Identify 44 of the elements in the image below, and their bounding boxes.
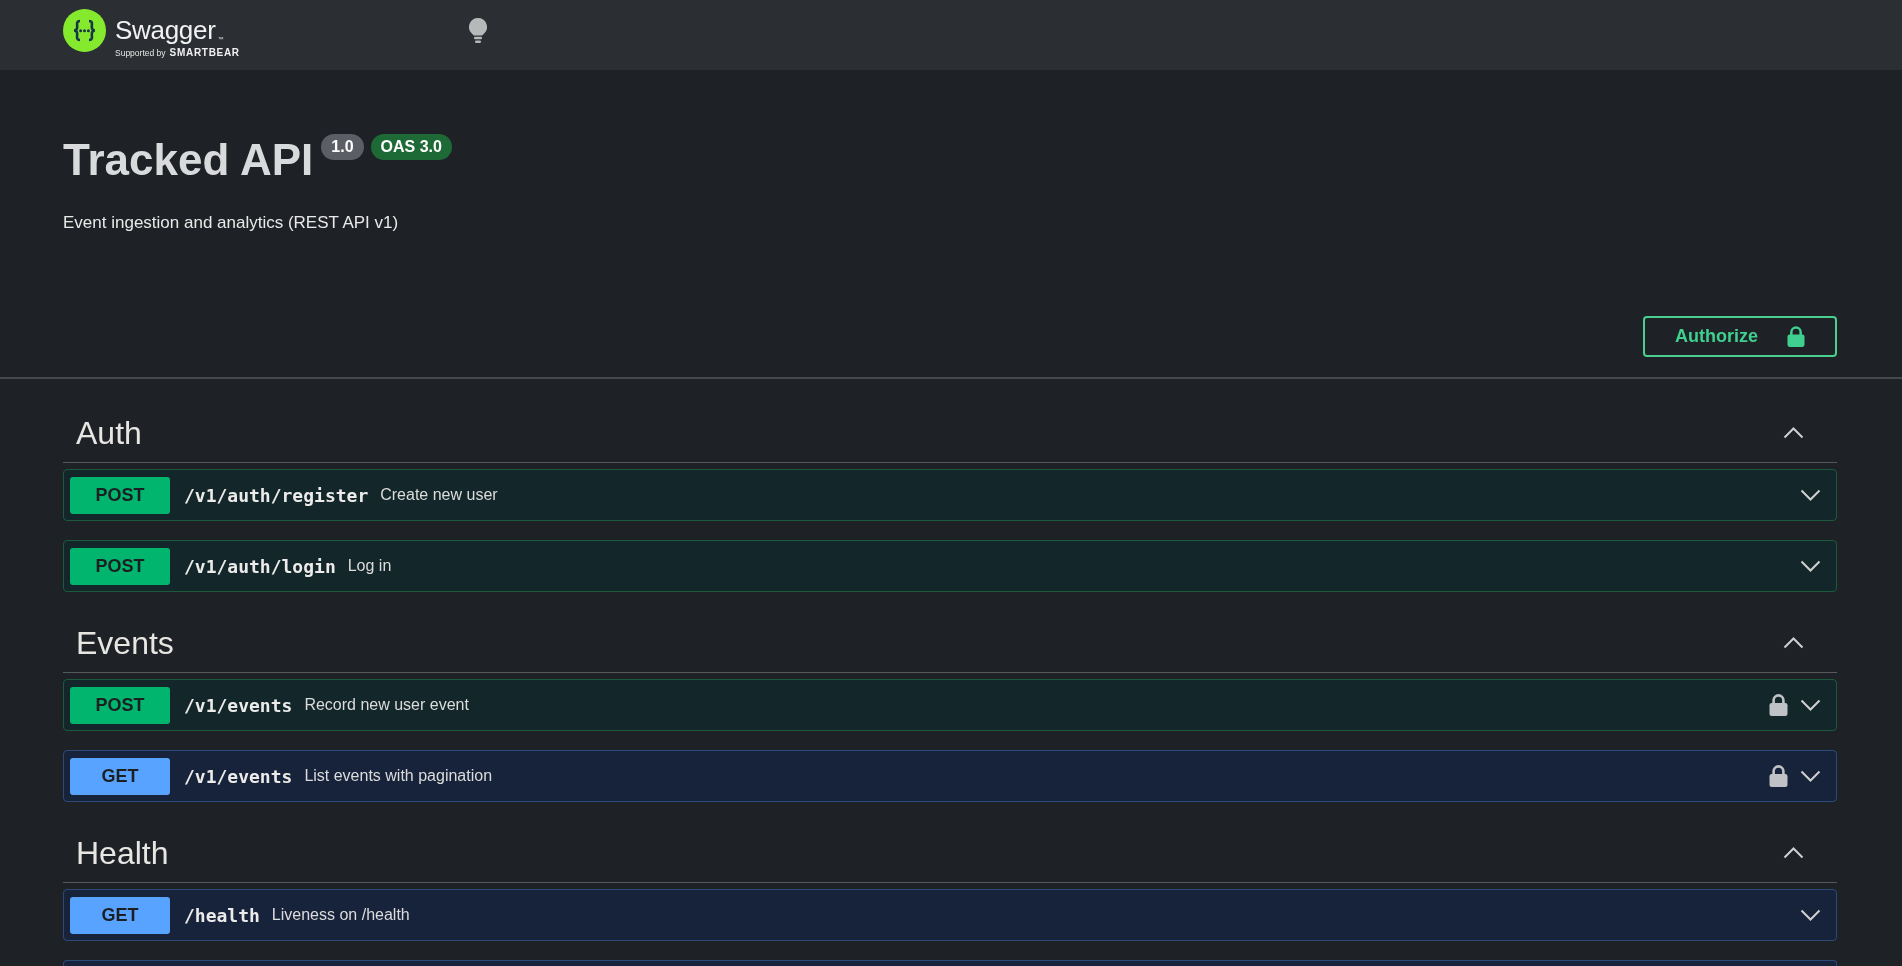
authorize-button[interactable]: Authorize [1643, 316, 1837, 357]
method-badge: POST [70, 547, 170, 585]
method-badge: POST [70, 686, 170, 724]
chevron-down-icon[interactable] [1800, 489, 1821, 501]
chevron-down-icon[interactable] [1800, 770, 1821, 782]
chevron-up-icon[interactable] [1783, 636, 1804, 649]
chevron-down-icon[interactable] [1800, 909, 1821, 921]
endpoint-path: /v1/auth/register [184, 484, 369, 506]
method-badge: GET [70, 757, 170, 795]
lock-icon [1787, 325, 1805, 348]
lightbulb-icon[interactable] [469, 18, 487, 43]
operation-row[interactable]: POST /v1/auth/login Log in [63, 540, 1837, 592]
method-badge: GET [70, 896, 170, 934]
endpoint-summary: Log in [347, 557, 392, 575]
endpoint-summary: List events with pagination [304, 767, 493, 785]
braces-logo-icon[interactable] [63, 9, 106, 52]
endpoint-summary: Liveness on /health [271, 906, 410, 924]
api-title: Tracked API [63, 134, 314, 186]
section-title[interactable]: Health [76, 833, 169, 872]
operation-row[interactable]: GET /health Liveness on /health [63, 889, 1837, 941]
section-title[interactable]: Events [76, 623, 174, 662]
operation-row[interactable]: POST /v1/events Record new user event [63, 679, 1837, 731]
version-badge: 1.0 [321, 134, 364, 160]
lock-icon[interactable] [1769, 694, 1788, 716]
endpoint-summary: Create new user [380, 486, 498, 504]
section-title[interactable]: Auth [76, 413, 142, 452]
api-description: Event ingestion and analytics (REST API v1) [63, 212, 399, 234]
chevron-up-icon[interactable] [1783, 426, 1804, 439]
method-badge: POST [70, 476, 170, 514]
operation-row[interactable]: GET /v1/events List events with pagination [63, 750, 1837, 802]
endpoint-path: /v1/events [184, 765, 293, 787]
chevron-up-icon[interactable] [1783, 846, 1804, 859]
company-name: SMARTBEAR [169, 47, 240, 59]
chevron-down-icon[interactable] [1800, 699, 1821, 711]
endpoint-path: /v1/events [184, 694, 293, 716]
tagline-text: Supported by [115, 47, 166, 59]
lock-icon[interactable] [1769, 765, 1788, 787]
chevron-down-icon[interactable] [1800, 560, 1821, 572]
endpoint-path: /v1/auth/login [184, 555, 336, 577]
endpoint-path: /health [184, 904, 260, 926]
endpoint-summary: Record new user event [304, 696, 469, 714]
logo-wordmark: Swagger [115, 16, 216, 44]
operation-row[interactable]: POST /v1/auth/register Create new user [63, 469, 1837, 521]
spec-version-badge: OAS 3.0 [370, 134, 452, 160]
